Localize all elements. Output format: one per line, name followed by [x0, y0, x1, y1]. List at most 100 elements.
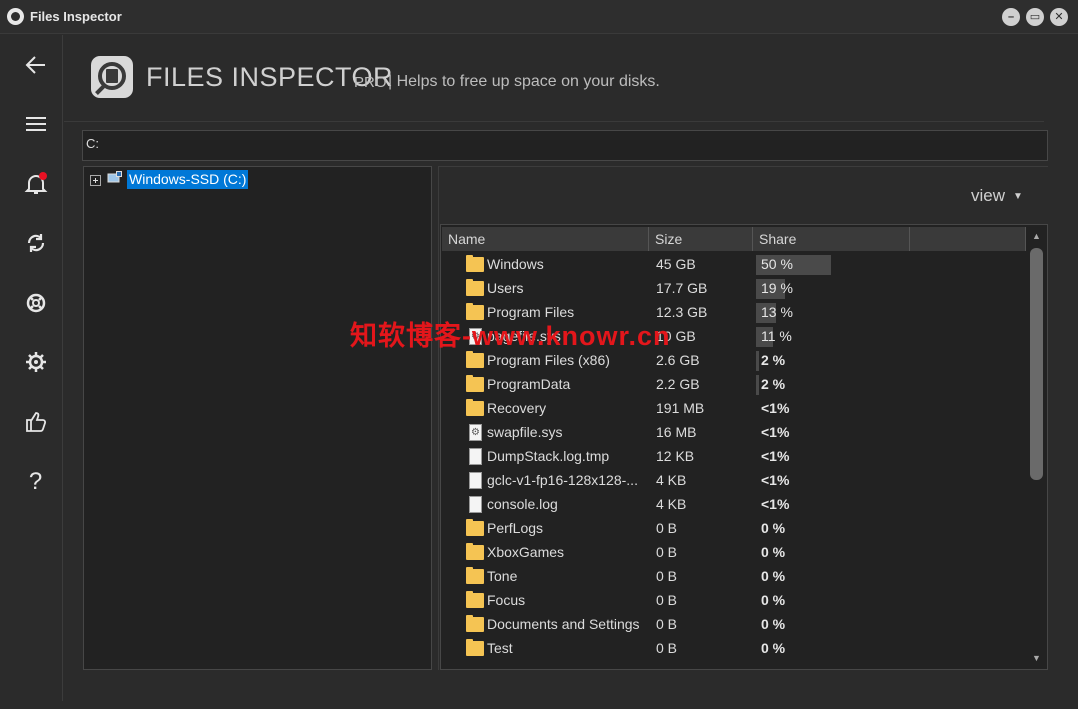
file-icon — [469, 496, 482, 513]
item-share: 0 % — [761, 640, 786, 656]
tree-node-drive-c[interactable]: Windows-SSD (C:) — [127, 170, 249, 189]
minimize-icon: – — [1007, 11, 1015, 23]
folder-icon — [466, 567, 484, 584]
item-share: 0 % — [761, 568, 786, 584]
column-header-name[interactable]: Name — [442, 227, 649, 251]
app-logo-icon — [7, 8, 24, 25]
folder-icon — [466, 639, 484, 656]
path-input[interactable]: C: — [82, 130, 1048, 161]
list-item[interactable]: DumpStack.log.tmp 12 KB <1% — [442, 445, 1028, 469]
list-item[interactable]: ProgramData 2.2 GB 2 % — [442, 373, 1028, 397]
list-item[interactable]: Users 17.7 GB 19 % — [442, 277, 1028, 301]
item-share: <1% — [761, 424, 790, 440]
rate-button[interactable] — [8, 402, 63, 442]
item-name: console.log — [487, 496, 558, 512]
list-item[interactable]: gclc-v1-fp16-128x128-... 4 KB <1% — [442, 469, 1028, 493]
scroll-down-icon[interactable]: ▼ — [1027, 650, 1046, 666]
minimize-button[interactable]: – — [1002, 8, 1020, 26]
view-menu-button[interactable]: view ▼ — [971, 186, 1023, 206]
folder-icon — [466, 591, 484, 608]
notifications-button[interactable] — [8, 164, 63, 204]
share-bar — [756, 375, 759, 395]
item-share: 50 % — [761, 256, 793, 272]
share-bar — [756, 351, 759, 371]
item-share: 0 % — [761, 544, 786, 560]
item-size: 0 B — [656, 592, 678, 608]
item-size: 0 B — [656, 544, 678, 560]
list-item[interactable]: console.log 4 KB <1% — [442, 493, 1028, 517]
item-share: 19 % — [761, 280, 793, 296]
close-button[interactable]: ✕ — [1050, 8, 1068, 26]
item-name: Test — [487, 640, 513, 656]
item-size: 16 MB — [656, 424, 697, 440]
item-name: gclc-v1-fp16-128x128-... — [487, 472, 638, 488]
side-rail: ? — [8, 35, 63, 701]
file-list: Name Size Share Windows 45 GB 50 % Users 17.… — [440, 224, 1048, 670]
column-header-size[interactable]: Size — [649, 227, 753, 251]
app-logo — [91, 56, 133, 98]
support-button[interactable] — [8, 283, 63, 323]
drive-icon — [107, 171, 122, 183]
hamburger-icon — [25, 117, 46, 131]
item-share: 0 % — [761, 592, 786, 608]
list-header: Name Size Share — [442, 227, 1026, 251]
gear-icon — [25, 352, 46, 372]
folder-icon — [466, 351, 484, 368]
file-icon — [469, 472, 482, 489]
scroll-up-icon[interactable]: ▲ — [1027, 228, 1046, 244]
item-name: XboxGames — [487, 544, 565, 560]
list-item[interactable]: Windows 45 GB 50 % — [442, 253, 1028, 277]
item-size: 0 B — [656, 640, 678, 656]
settings-button[interactable] — [8, 342, 63, 382]
column-header-share[interactable]: Share — [753, 227, 910, 251]
edition-label: PRO — [354, 74, 387, 91]
item-name: Users — [487, 280, 524, 296]
list-item[interactable]: XboxGames 0 B 0 % — [442, 541, 1028, 565]
drive-tree: Windows-SSD (C:) — [83, 166, 432, 670]
item-name: DumpStack.log.tmp — [487, 448, 610, 464]
item-size: 0 B — [656, 568, 678, 584]
close-icon: ✕ — [1054, 11, 1064, 23]
item-size: 2.2 GB — [656, 376, 700, 392]
item-size: 17.7 GB — [656, 280, 708, 296]
maximize-button[interactable]: ▭ — [1026, 8, 1044, 26]
window-title: Files Inspector — [30, 9, 122, 24]
watermark: 知软博客-www.knowr.cn — [350, 321, 671, 351]
item-share: <1% — [761, 400, 790, 416]
item-name: Focus — [487, 592, 526, 608]
item-size: 2.6 GB — [656, 352, 700, 368]
menu-button[interactable] — [8, 104, 63, 144]
back-button[interactable] — [8, 45, 63, 85]
folder-icon — [466, 519, 484, 536]
chevron-down-icon: ▼ — [1013, 191, 1023, 202]
help-button[interactable]: ? — [8, 462, 63, 502]
maximize-icon: ▭ — [1029, 11, 1041, 23]
list-item[interactable]: swapfile.sys 16 MB <1% — [442, 421, 1028, 445]
list-item[interactable]: Test 0 B 0 % — [442, 637, 1028, 661]
sync-icon — [27, 234, 44, 252]
lifebuoy-icon — [26, 293, 45, 313]
refresh-button[interactable] — [8, 223, 63, 263]
expand-icon[interactable] — [90, 175, 101, 186]
thumbs-up-icon — [25, 412, 46, 432]
list-item[interactable]: Documents and Settings 0 B 0 % — [442, 613, 1028, 637]
item-share: 13 % — [761, 304, 793, 320]
list-item[interactable]: PerfLogs 0 B 0 % — [442, 517, 1028, 541]
folder-icon — [466, 543, 484, 560]
item-size: 12 KB — [656, 448, 695, 464]
list-item[interactable]: Tone 0 B 0 % — [442, 565, 1028, 589]
vertical-scrollbar[interactable]: ▲ ▼ — [1027, 226, 1046, 668]
item-share: <1% — [761, 472, 790, 488]
file-icon — [469, 448, 482, 465]
item-name: ProgramData — [487, 376, 571, 392]
item-name: swapfile.sys — [487, 424, 563, 440]
list-item[interactable]: Recovery 191 MB <1% — [442, 397, 1028, 421]
item-size: 4 KB — [656, 472, 687, 488]
view-label: view — [971, 186, 1006, 205]
file-icon — [469, 424, 482, 441]
item-size: 45 GB — [656, 256, 696, 272]
folder-icon — [466, 615, 484, 632]
list-item[interactable]: Focus 0 B 0 % — [442, 589, 1028, 613]
scrollbar-thumb[interactable] — [1030, 248, 1043, 480]
item-name: Documents and Settings — [487, 616, 640, 632]
